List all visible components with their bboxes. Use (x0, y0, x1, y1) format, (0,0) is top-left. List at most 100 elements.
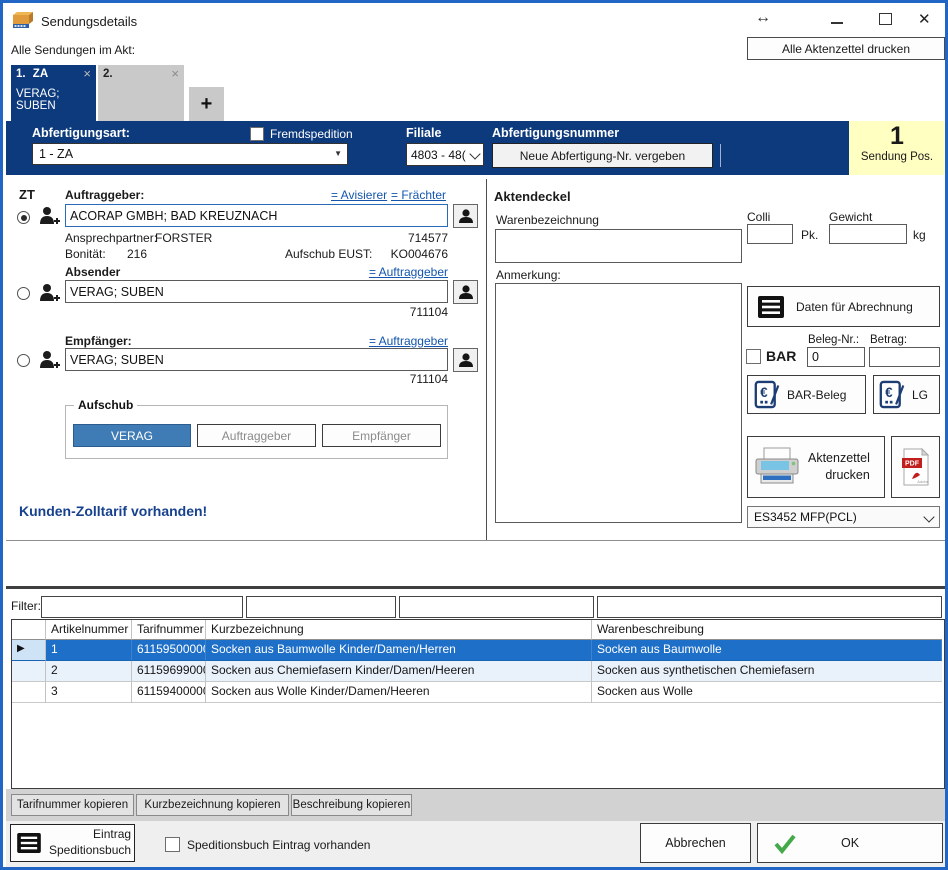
avisierer-link[interactable]: = Avisierer (331, 188, 387, 202)
anmerkung-label: Anmerkung: (496, 268, 561, 282)
lg-button[interactable]: € LG (873, 375, 940, 414)
auftraggeber-contact-button[interactable] (453, 204, 478, 228)
copy-beschreibung-button[interactable]: Beschreibung kopieren (291, 794, 412, 816)
ok-button[interactable]: OK (757, 823, 943, 863)
empfaenger-label: Empfänger: (65, 334, 132, 348)
header-warenbeschreibung[interactable]: Warenbeschreibung (592, 620, 942, 640)
bonitaet-value: 216 (127, 247, 147, 261)
copy-kurzbezeichnung-button[interactable]: Kurzbezeichnung kopieren (136, 794, 289, 816)
abfertigungsart-label: Abfertigungsart: (32, 126, 130, 140)
cell-warenbeschreibung[interactable]: Socken aus synthetischen Chemiefasern (592, 661, 942, 682)
empfaenger-input[interactable] (65, 348, 448, 371)
abfertigungsart-select[interactable]: 1 - ZA ▼ (32, 143, 348, 165)
warenbezeichnung-label: Warenbezeichnung (496, 213, 599, 227)
cell-tarifnummer[interactable]: 61159500000 (132, 640, 206, 661)
warenbezeichnung-textarea[interactable] (495, 229, 742, 263)
cell-artikelnummer[interactable]: 3 (46, 682, 132, 703)
cell-warenbeschreibung[interactable]: Socken aus Baumwolle (592, 640, 942, 661)
cell-artikelnummer[interactable]: 2 (46, 661, 132, 682)
filter-warenbeschreibung-input[interactable] (597, 596, 942, 618)
table-row[interactable]: ▶ 1 61159500000 Socken aus Baumwolle Kin… (12, 640, 942, 661)
filter-artikelnummer-input[interactable] (41, 596, 243, 618)
copy-tarifnummer-button[interactable]: Tarifnummer kopieren (11, 794, 134, 816)
empfaenger-number: 711104 (378, 372, 448, 386)
sendung-pos-box: 1 Sendung Pos. (849, 121, 945, 175)
empfaenger-auftraggeber-link[interactable]: = Auftraggeber (361, 334, 448, 348)
absender-contact-button[interactable] (453, 280, 478, 304)
filiale-combo[interactable]: 4803 - 48( (406, 143, 484, 166)
cell-warenbeschreibung[interactable]: Socken aus Wolle (592, 682, 942, 703)
maximize-button[interactable] (879, 13, 892, 25)
aktenzettel-drucken-button[interactable]: Aktenzettel drucken (747, 436, 885, 498)
aufschub-auftraggeber-button[interactable]: Auftraggeber (197, 424, 316, 447)
print-all-aktenzettel-button[interactable]: Alle Aktenzettel drucken (747, 37, 945, 60)
euro-receipt-icon: € (879, 380, 906, 409)
window-title: Sendungsdetails (41, 14, 137, 29)
cell-kurzbezeichnung[interactable]: Socken aus Wolle Kinder/Damen/Heeren (206, 682, 592, 703)
fraechter-link[interactable]: = Frächter (391, 188, 446, 202)
header-artikelnummer[interactable]: Artikelnummer (46, 620, 132, 640)
aufschub-verag-button[interactable]: VERAG (73, 424, 191, 447)
close-button[interactable]: ✕ (918, 10, 931, 28)
bonitaet-label: Bonität: (65, 247, 106, 261)
table-row[interactable]: 2 61159699000 Socken aus Chemiefasern Ki… (12, 661, 942, 682)
zolltarif-note: Kunden-Zolltarif vorhanden! (19, 503, 207, 519)
cell-kurzbezeichnung[interactable]: Socken aus Baumwolle Kinder/Damen/Herren (206, 640, 592, 661)
shipment-tab-1[interactable]: 1. ZA × VERAG; SUBEN (11, 65, 96, 122)
dropdown-arrow-icon: ▼ (334, 149, 342, 158)
cancel-button[interactable]: Abbrechen (640, 823, 751, 863)
absender-auftraggeber-link[interactable]: = Auftraggeber (361, 265, 448, 279)
add-contact-icon[interactable] (38, 282, 60, 304)
add-shipment-button[interactable]: + (189, 87, 224, 122)
shipment-tab-2[interactable]: 2. × (98, 65, 184, 122)
empfaenger-contact-button[interactable] (453, 348, 478, 372)
aktenzettel-label-line1: Aktenzettel (808, 450, 870, 467)
tab1-close-icon[interactable]: × (83, 66, 91, 81)
anmerkung-textarea[interactable] (495, 283, 742, 523)
add-contact-icon[interactable] (38, 349, 60, 371)
resize-icon[interactable]: ↔ (755, 9, 771, 27)
header-kurzbezeichnung[interactable]: Kurzbezeichnung (206, 620, 592, 640)
list-icon (17, 833, 41, 853)
tab2-close-icon[interactable]: × (171, 66, 179, 81)
aufschub-empfaenger-button[interactable]: Empfänger (322, 424, 441, 447)
header-tarifnummer[interactable]: Tarifnummer (132, 620, 206, 640)
new-abfertigungsnummer-button[interactable]: Neue Abfertigung-Nr. vergeben (492, 143, 713, 168)
absender-input[interactable] (65, 280, 448, 303)
eintrag-speditionsbuch-button[interactable]: Eintrag Speditionsbuch (10, 824, 135, 862)
empfaenger-radio[interactable] (17, 354, 30, 367)
ansprechpartner-label: Ansprechpartner: (65, 231, 157, 245)
colli-input[interactable] (747, 224, 793, 244)
gewicht-input[interactable] (829, 224, 907, 244)
auftraggeber-input[interactable] (65, 204, 448, 227)
fremdspedition-checkbox[interactable] (250, 127, 264, 141)
printer-select-value: ES3452 MFP(PCL) (754, 510, 857, 524)
zt-label: ZT (19, 187, 35, 202)
add-contact-icon[interactable] (38, 205, 60, 227)
panel-divider (486, 179, 487, 540)
euro-receipt-icon: € (754, 380, 781, 409)
table-row[interactable]: 3 61159400000 Socken aus Wolle Kinder/Da… (12, 682, 942, 703)
auftraggeber-radio[interactable] (17, 211, 30, 224)
cell-tarifnummer[interactable]: 61159400000 (132, 682, 206, 703)
daten-abrechnung-button[interactable]: Daten für Abrechnung (747, 286, 940, 327)
eintrag-label-line1: Eintrag (49, 827, 131, 843)
minimize-button[interactable] (831, 22, 843, 24)
filter-kurzbezeichnung-input[interactable] (399, 596, 594, 618)
fremdspedition-label: Fremdspedition (270, 127, 353, 141)
aktendeckel-title: Aktendeckel (494, 189, 571, 204)
bar-checkbox[interactable] (746, 349, 761, 364)
cell-artikelnummer[interactable]: 1 (46, 640, 132, 661)
betrag-input[interactable] (869, 347, 940, 367)
cell-tarifnummer[interactable]: 61159699000 (132, 661, 206, 682)
beleg-nr-input[interactable] (807, 347, 865, 367)
check-icon (774, 834, 796, 854)
absender-radio[interactable] (17, 287, 30, 300)
printer-select[interactable]: ES3452 MFP(PCL) (747, 506, 940, 528)
bar-beleg-button[interactable]: € BAR-Beleg (747, 375, 866, 414)
filter-tarifnummer-input[interactable] (246, 596, 396, 618)
speditionsbuch-checkbox[interactable] (165, 837, 180, 852)
cell-kurzbezeichnung[interactable]: Socken aus Chemiefasern Kinder/Damen/Hee… (206, 661, 592, 682)
beleg-nr-label: Beleg-Nr.: (808, 334, 859, 346)
pdf-export-button[interactable]: PDFAdobe (891, 436, 940, 498)
